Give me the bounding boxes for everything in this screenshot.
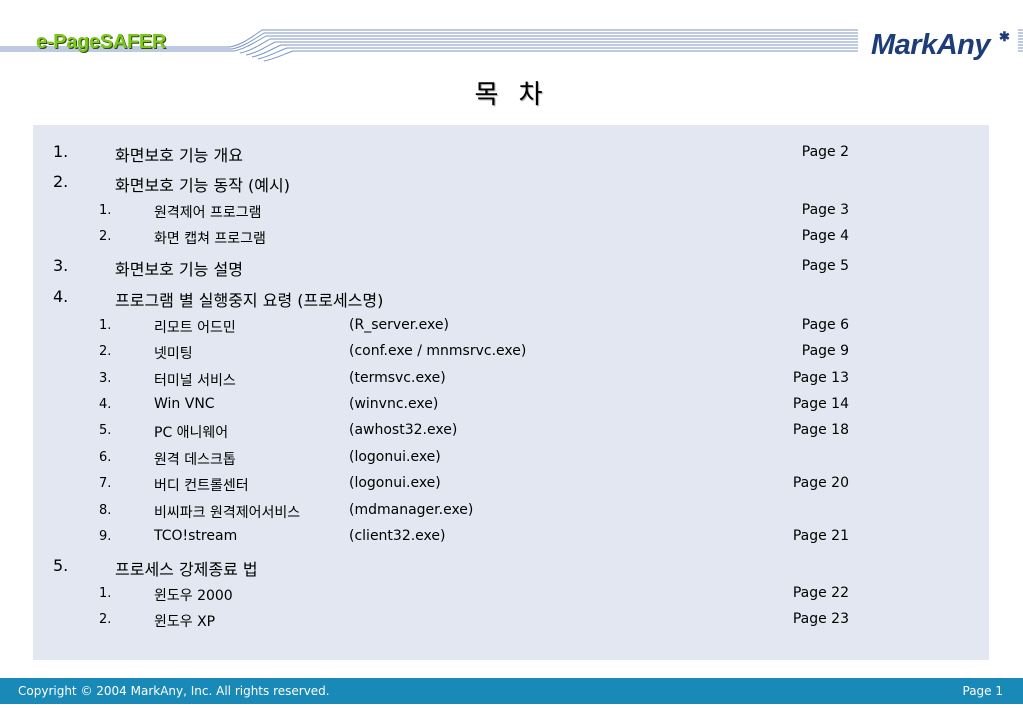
toc-item-label: 윈도우 2000 <box>154 588 233 604</box>
toc-item-number: 8. <box>99 503 112 518</box>
toc-section-row: 5. 프로세스 강제종료 법 <box>33 556 989 580</box>
toc-item-label: 비씨파크 원격제어서비스 <box>154 505 301 521</box>
toc-section-row: 2. 화면보호 기능 동작 (예시) <box>33 172 989 196</box>
toc-item-label: 화면보호 기능 개요 <box>115 146 243 165</box>
toc-item-number: 2. <box>53 172 69 191</box>
toc-item-number: 1. <box>99 586 112 601</box>
toc-item-number: 1. <box>99 203 112 218</box>
toc-item-page: Page 18 <box>792 422 849 438</box>
toc-item-page: Page 3 <box>801 202 849 218</box>
toc-item-page: Page 2 <box>801 144 849 160</box>
toc-item-page: Page 23 <box>792 611 849 627</box>
toc-item-number: 2. <box>99 229 112 244</box>
toc-item-page: Page 5 <box>801 258 849 274</box>
toc-item-label: 버디 컨트롤센터 <box>154 478 249 494</box>
toc-item-process: (conf.exe / mnmsrvc.exe) <box>349 343 527 359</box>
toc-item-label: 화면 캡쳐 프로그램 <box>154 231 266 247</box>
toc-item-label: 프로그램 별 실행중지 요령 (프로세스명) <box>115 291 384 310</box>
toc-subsection-row: 1. 원격제어 프로그램 Page 3 <box>33 202 989 226</box>
toc-section-row: 1. 화면보호 기능 개요 Page 2 <box>33 142 989 166</box>
toc-item-number: 7. <box>99 476 112 491</box>
toc-item-label: 넷미팅 <box>154 346 193 362</box>
toc-item-label: 원격 데스크톱 <box>154 452 236 468</box>
star-icon: ✱ <box>999 29 1010 44</box>
toc-item-number: 3. <box>53 256 69 275</box>
toc-subsection-row: 2. 넷미팅 (conf.exe / mnmsrvc.exe) Page 9 <box>33 343 989 367</box>
toc-item-page: Page 14 <box>792 396 849 412</box>
e-pagesafer-logo: e-PageSAFER <box>36 31 167 53</box>
footer-bar: Copyright © 2004 MarkAny, Inc. All right… <box>0 678 1023 704</box>
toc-item-label: 윈도우 XP <box>154 614 216 630</box>
toc-subsection-row: 1. 리모트 어드민 (R_server.exe) Page 6 <box>33 317 989 341</box>
toc-item-number: 2. <box>99 612 112 627</box>
toc-item-process: (termsvc.exe) <box>349 370 446 386</box>
toc-item-process: (winvnc.exe) <box>349 396 439 412</box>
toc-item-label: 원격제어 프로그램 <box>154 205 262 221</box>
toc-item-label: 리모트 어드민 <box>154 320 236 336</box>
toc-item-number: 1. <box>99 318 112 333</box>
toc-item-label: TCO!stream <box>154 528 238 544</box>
toc-item-process: (logonui.exe) <box>349 449 441 465</box>
page-number: Page 1 <box>962 684 1004 698</box>
toc-item-number: 4. <box>99 397 112 412</box>
toc-item-label: 화면보호 기능 동작 (예시) <box>115 176 290 195</box>
toc-subsection-row: 6. 원격 데스크톱 (logonui.exe) <box>33 449 989 473</box>
toc-subsection-row: 9. TCO!stream (client32.exe) Page 21 <box>33 528 989 552</box>
slide-header: e-PageSAFER MarkAny ✱ <box>0 0 1023 68</box>
toc-subsection-row: 5. PC 애니웨어 (awhost32.exe) Page 18 <box>33 422 989 446</box>
toc-item-label: Win VNC <box>154 396 215 412</box>
toc-item-page: Page 22 <box>792 585 849 601</box>
toc-item-number: 9. <box>99 529 112 544</box>
markany-logo-text: MarkAny <box>871 29 991 61</box>
toc-item-page: Page 4 <box>801 228 849 244</box>
toc-item-label: PC 애니웨어 <box>154 425 229 441</box>
toc-item-number: 1. <box>53 142 69 161</box>
toc-item-number: 6. <box>99 450 112 465</box>
toc-item-number: 2. <box>99 344 112 359</box>
toc-section-row: 3. 화면보호 기능 설명 Page 5 <box>33 256 989 280</box>
toc-item-page: Page 13 <box>792 370 849 386</box>
toc-item-process: (awhost32.exe) <box>349 422 458 438</box>
toc-subsection-row: 3. 터미널 서비스 (termsvc.exe) Page 13 <box>33 370 989 394</box>
page-title: 목 차 <box>474 80 549 110</box>
toc-item-process: (logonui.exe) <box>349 475 441 491</box>
toc-item-page: Page 9 <box>801 343 849 359</box>
toc-subsection-row: 8. 비씨파크 원격제어서비스 (mdmanager.exe) <box>33 502 989 526</box>
toc-item-process: (mdmanager.exe) <box>349 502 474 518</box>
toc-item-number: 3. <box>99 371 112 386</box>
toc-item-label: 프로세스 강제종료 법 <box>115 560 258 579</box>
toc-section-row: 4. 프로그램 별 실행중지 요령 (프로세스명) <box>33 287 989 311</box>
toc-item-number: 5. <box>99 423 112 438</box>
toc-item-number: 4. <box>53 287 69 306</box>
markany-logo: MarkAny ✱ <box>871 29 1010 62</box>
toc-item-page: Page 20 <box>792 475 849 491</box>
toc-subsection-row: 4. Win VNC (winvnc.exe) Page 14 <box>33 396 989 420</box>
toc-item-label: 화면보호 기능 설명 <box>115 260 243 279</box>
toc-item-process: (client32.exe) <box>349 528 446 544</box>
toc-subsection-row: 7. 버디 컨트롤센터 (logonui.exe) Page 20 <box>33 475 989 499</box>
toc-item-page: Page 6 <box>801 317 849 333</box>
toc-item-number: 5. <box>53 556 69 575</box>
toc-subsection-row: 1. 윈도우 2000 Page 22 <box>33 585 989 609</box>
copyright-text: Copyright © 2004 MarkAny, Inc. All right… <box>18 684 330 698</box>
toc-item-process: (R_server.exe) <box>349 317 449 333</box>
toc-subsection-row: 2. 화면 캡쳐 프로그램 Page 4 <box>33 228 989 252</box>
toc-subsection-row: 2. 윈도우 XP Page 23 <box>33 611 989 635</box>
table-of-contents: 1. 화면보호 기능 개요 Page 2 2. 화면보호 기능 동작 (예시) 1. 원격제… <box>33 125 989 660</box>
toc-item-label: 터미널 서비스 <box>154 373 236 389</box>
toc-item-page: Page 21 <box>792 528 849 544</box>
